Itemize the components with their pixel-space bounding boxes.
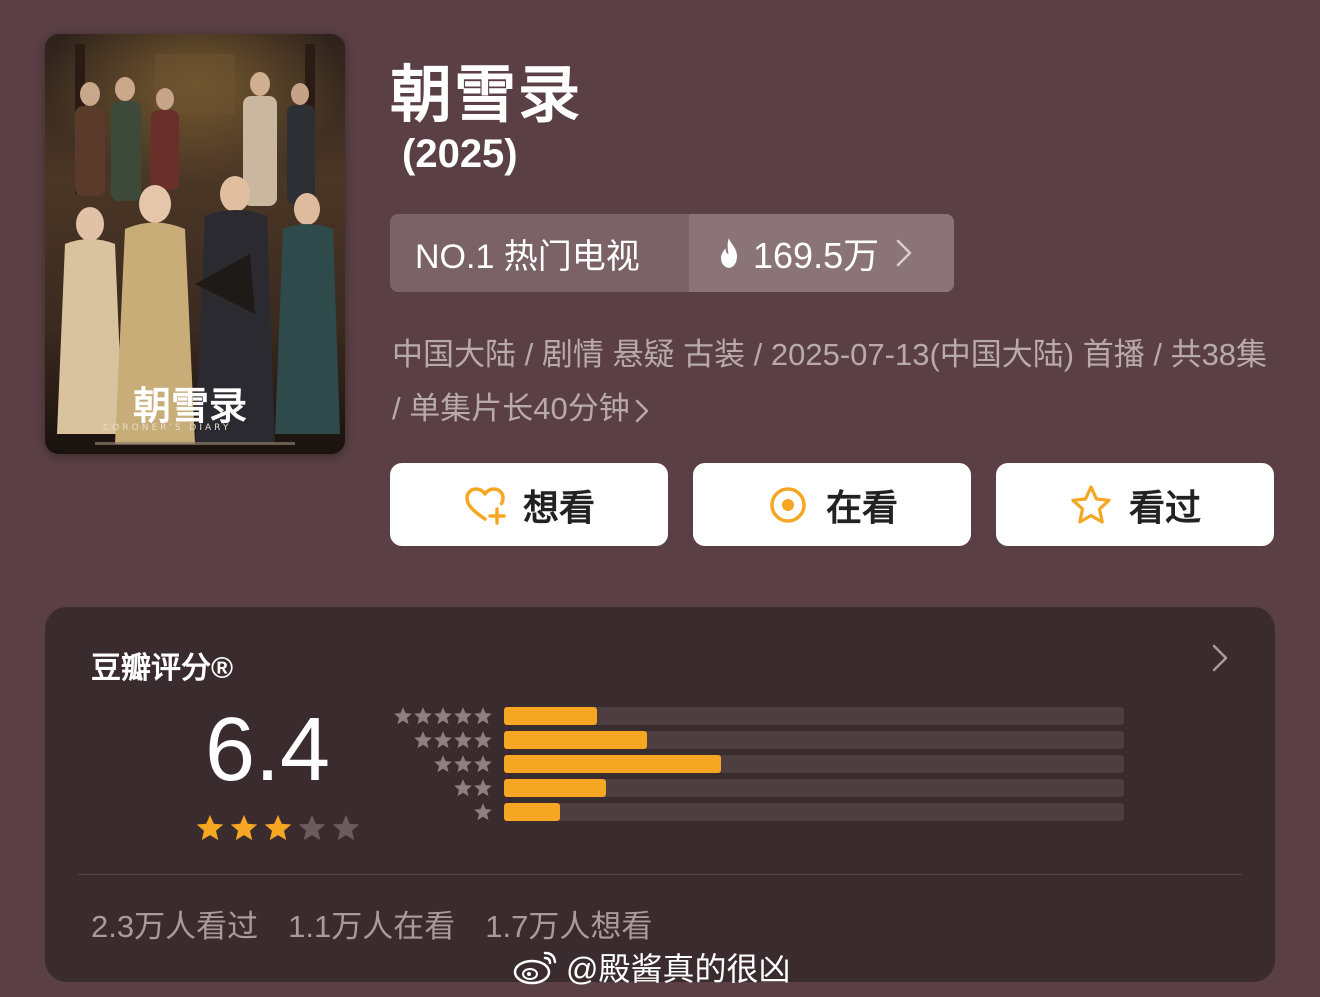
rating-label: 豆瓣评分® <box>91 652 234 685</box>
distribution-bar <box>504 755 721 773</box>
rating-card[interactable]: 豆瓣评分® 6.4 2.3万人看过 1.1万人在看 1.7万人想看 <box>45 607 1275 982</box>
distribution-bar <box>504 803 560 821</box>
want-to-watch-button[interactable]: 想看 <box>390 463 668 546</box>
star-small-icon <box>414 707 432 725</box>
star-empty-icon <box>298 814 326 841</box>
meta-info[interactable]: 中国大陆 / 剧情 悬疑 古装 / 2025-07-13(中国大陆) 首播 / … <box>392 328 1282 436</box>
distribution-stars <box>453 778 493 798</box>
heat-value: 169.5万 <box>753 235 880 276</box>
chevron-right-icon <box>635 399 648 423</box>
distribution-row <box>385 755 1125 773</box>
distribution-bar-track <box>504 779 1124 797</box>
heat-indicator[interactable]: 169.5万 <box>689 214 954 292</box>
distribution-bar <box>504 707 597 725</box>
heart-plus-icon <box>465 486 506 525</box>
distribution-stars <box>393 706 493 726</box>
rank-label: NO.1 热门电视 <box>390 214 689 292</box>
star-filled-icon <box>196 814 224 841</box>
audience-counts: 2.3万人看过 1.1万人在看 1.7万人想看 <box>91 901 652 946</box>
watching-count[interactable]: 1.1万人在看 <box>288 901 455 946</box>
star-small-icon <box>434 755 452 773</box>
want-count[interactable]: 1.7万人想看 <box>485 901 652 946</box>
distribution-bar <box>504 779 607 797</box>
chevron-right-icon <box>896 239 912 267</box>
distribution-row <box>385 731 1125 749</box>
poster-image[interactable]: 朝雪录 CORONER'S DIARY <box>45 34 345 454</box>
distribution-row <box>385 803 1125 821</box>
watched-label: 看过 <box>1128 486 1201 528</box>
score-stars <box>195 813 361 843</box>
release-year: (2025) <box>402 132 518 176</box>
distribution-stars <box>413 730 493 750</box>
star-small-icon <box>474 755 492 773</box>
distribution-row <box>385 707 1125 725</box>
divider <box>78 874 1242 875</box>
weibo-icon <box>513 951 557 985</box>
chevron-right-icon[interactable] <box>1211 643 1229 673</box>
distribution-stars <box>473 802 493 822</box>
distribution-row <box>385 779 1125 797</box>
weibo-watermark: @殿酱真的很凶 <box>512 944 791 990</box>
star-small-icon <box>474 707 492 725</box>
distribution-bar-track <box>504 755 1124 773</box>
target-icon <box>770 486 806 523</box>
star-filled-icon <box>230 814 258 841</box>
star-small-icon <box>414 731 432 749</box>
star-small-icon <box>394 707 412 725</box>
star-small-icon <box>434 731 452 749</box>
distribution-bar-track <box>504 707 1124 725</box>
distribution-stars <box>433 754 493 774</box>
poster-english-title: CORONER'S DIARY <box>103 423 231 433</box>
rating-score: 6.4 <box>205 700 331 800</box>
poster-art: 朝雪录 CORONER'S DIARY <box>45 34 345 454</box>
poster-calligraphy: 朝雪录 <box>133 383 247 428</box>
star-filled-icon <box>264 814 292 841</box>
star-outline-icon <box>1071 484 1111 524</box>
page-title: 朝雪录 <box>390 61 583 130</box>
star-small-icon <box>454 707 472 725</box>
star-small-icon <box>474 731 492 749</box>
distribution-bar-track <box>504 803 1124 821</box>
star-empty-icon <box>332 814 360 841</box>
watching-label: 在看 <box>825 486 898 528</box>
star-small-icon <box>454 755 472 773</box>
meta-text: 中国大陆 / 剧情 悬疑 古装 / 2025-07-13(中国大陆) 首播 / … <box>392 337 1268 426</box>
star-small-icon <box>474 803 492 821</box>
star-small-icon <box>454 731 472 749</box>
star-small-icon <box>434 707 452 725</box>
star-small-icon <box>454 779 472 797</box>
distribution-bar <box>504 731 647 749</box>
distribution-bar-track <box>504 731 1124 749</box>
watermark-text: @殿酱真的很凶 <box>566 951 791 987</box>
watched-button[interactable]: 看过 <box>996 463 1274 546</box>
star-small-icon <box>474 779 492 797</box>
rank-banner[interactable]: NO.1 热门电视 169.5万 <box>390 214 954 292</box>
watched-count[interactable]: 2.3万人看过 <box>91 901 258 946</box>
want-label: 想看 <box>522 486 595 528</box>
fire-icon <box>721 238 737 268</box>
watching-button[interactable]: 在看 <box>693 463 971 546</box>
